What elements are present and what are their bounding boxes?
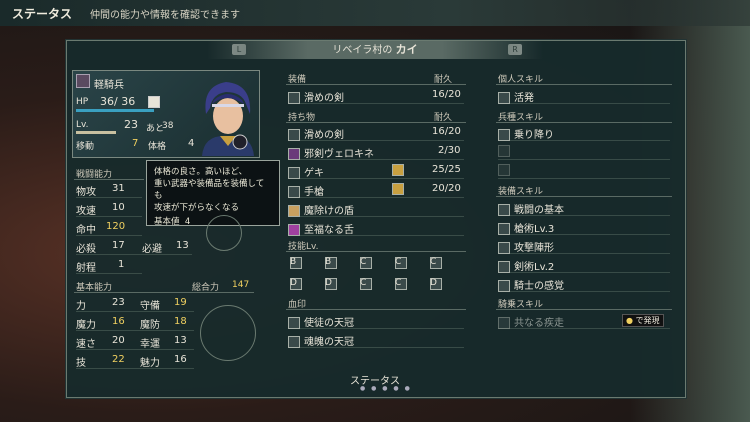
combat-wheel — [206, 215, 242, 251]
equip-skill[interactable]: 剣術Lv.2 — [498, 258, 670, 273]
inventory-header: 持ち物 耐久 — [286, 110, 466, 123]
mount-skill[interactable]: 共なる疾走 ● で発現 — [498, 314, 670, 329]
inventory-item[interactable]: 手槍 20/20 — [288, 183, 464, 198]
hp-value: 36/ 36 — [100, 95, 136, 108]
stat-row-spd[interactable]: 速さ 20 幸運 13 — [76, 335, 194, 350]
mount-skill-header: 騎乗スキル — [496, 297, 672, 310]
move-label: 移動 — [76, 142, 95, 152]
stat-row-dodge[interactable]: 必避 13 — [142, 240, 192, 255]
equip-skill-header: 装備スキル — [496, 184, 672, 197]
equip-skill[interactable]: 槍術Lv.3 — [498, 220, 670, 235]
page-dots[interactable]: ● ● ● ● ● — [360, 385, 412, 392]
stat-radar-wheel — [200, 305, 256, 361]
card-icon — [148, 96, 160, 108]
knight-icon — [498, 280, 510, 292]
stat-row-range[interactable]: 射程 1 — [76, 259, 142, 274]
equip-header: 装備 耐久 — [286, 72, 466, 85]
accessory-icon — [288, 224, 300, 236]
skill-icon — [498, 204, 510, 216]
stat-row-hit[interactable]: 命中 120 — [76, 221, 142, 236]
inventory-item[interactable]: 魔除けの盾 — [288, 202, 464, 217]
empty-skill-slot[interactable] — [498, 164, 670, 179]
empty-slot-icon — [498, 145, 510, 157]
exp-bar — [76, 131, 116, 134]
weapon-level-header: 技能Lv. — [286, 239, 466, 252]
crest-item[interactable]: 使徒の天冠 — [288, 314, 464, 329]
stat-row-as[interactable]: 攻速 10 — [76, 202, 142, 217]
class-icon — [76, 74, 90, 88]
screen-subtitle: 仲間の能力や情報を確認できます — [90, 9, 241, 21]
equipped-weapon[interactable]: 滑めの剣 16/20 — [288, 89, 464, 104]
build-value: 4 — [188, 138, 195, 149]
hp-label: HP — [76, 97, 89, 107]
rune-icon — [392, 183, 404, 195]
hp-bar — [76, 109, 154, 112]
character-portrait — [202, 82, 254, 156]
crest-item[interactable]: 魂魄の天冠 — [288, 333, 464, 348]
sword-icon — [288, 92, 300, 104]
stat-tooltip: 体格の良さ。高いほど、 重い武器や装備品を装備しても 攻速が下がらなくなる 基本… — [146, 160, 280, 227]
build-label: 体格 — [148, 142, 167, 152]
inventory-item[interactable]: 滑めの剣 16/20 — [288, 126, 464, 141]
class-name: 軽騎兵 — [94, 80, 124, 91]
stat-row-skl[interactable]: 技 22 魅力 16 — [76, 354, 194, 369]
next-value: 38 — [162, 121, 174, 131]
empty-skill-slot[interactable] — [498, 145, 670, 160]
lance-skill-icon — [498, 223, 510, 235]
top-bar: ステータス 仲間の能力や情報を確認できます — [0, 0, 750, 26]
crest-header: 血印 — [286, 297, 466, 310]
crown-icon — [288, 317, 300, 329]
unit-name-header: リベイラ村の カイ — [207, 41, 543, 59]
formation-icon — [498, 242, 510, 254]
stat-row-crit[interactable]: 必殺 17 — [76, 240, 142, 255]
personal-skill[interactable]: 活発 — [498, 89, 670, 104]
stat-row-atk[interactable]: 物攻 31 — [76, 183, 142, 198]
mount-icon — [498, 129, 510, 141]
screen-title: ステータス — [12, 6, 73, 21]
sword-skill-icon — [498, 261, 510, 273]
rune-icon — [392, 164, 404, 176]
personal-skill-header: 個人スキル — [496, 72, 672, 85]
equip-skill[interactable]: 騎士の感覚 — [498, 277, 670, 292]
class-skill[interactable]: 乗り降り — [498, 126, 670, 141]
equip-skill[interactable]: 戦闘の基本 — [498, 201, 670, 216]
basic-stats-header: 基本能力 総合力 147 — [74, 280, 254, 293]
stat-row-str[interactable]: 力 23 守備 19 — [76, 297, 194, 312]
javelin-icon — [288, 186, 300, 198]
lv-label: Lv. — [76, 120, 89, 130]
spear-icon — [288, 167, 300, 179]
class-skill-header: 兵種スキル — [496, 110, 672, 123]
equip-skill[interactable]: 攻撃陣形 — [498, 239, 670, 254]
lv-value: 23 — [124, 118, 138, 131]
stat-row-mag[interactable]: 魔力 16 魔防 18 — [76, 316, 194, 331]
skill-icon — [498, 92, 510, 104]
inventory-item[interactable]: 邪剣ヴェロキネ 2/30 — [288, 145, 464, 160]
dark-sword-icon — [288, 148, 300, 160]
shield-icon — [288, 205, 300, 217]
sword-icon — [288, 129, 300, 141]
inventory-item[interactable]: 至福なる舌 — [288, 221, 464, 236]
empty-slot-icon — [498, 164, 510, 176]
crown-icon — [288, 336, 300, 348]
ride-icon — [498, 317, 510, 329]
move-value: 7 — [132, 138, 139, 149]
combat-stats-header: 戦闘能力 — [74, 167, 144, 180]
inventory-item[interactable]: ゲキ 25/25 — [288, 164, 464, 179]
